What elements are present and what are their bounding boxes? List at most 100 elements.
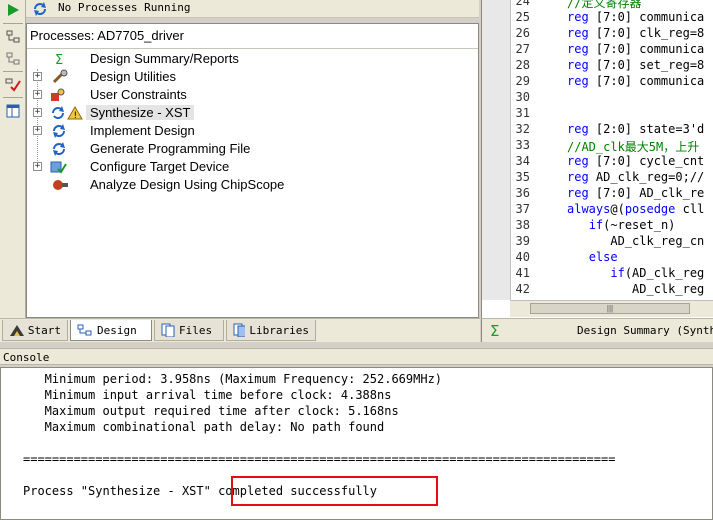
line-number: 27 bbox=[515, 42, 530, 56]
expand-toggle-icon[interactable]: + bbox=[33, 72, 42, 81]
code-line: reg [7:0] AD_clk_re bbox=[567, 186, 705, 200]
console-line: ========================================… bbox=[23, 452, 616, 466]
line-number: 26 bbox=[515, 26, 530, 40]
code-line: reg [7:0] communica bbox=[567, 10, 705, 24]
success-highlight-box bbox=[231, 476, 438, 506]
panel-tab-strip: Start Design Files Libraries bbox=[0, 318, 480, 342]
configure-device-icon bbox=[49, 158, 67, 176]
check-syntax-icon[interactable] bbox=[3, 75, 23, 95]
chipscope-icon bbox=[51, 176, 69, 194]
processes-title: Processes: AD7705_driver bbox=[30, 28, 184, 43]
refresh-icon bbox=[32, 1, 48, 20]
expand-toggle-icon[interactable]: + bbox=[33, 90, 42, 99]
svg-text:!: ! bbox=[74, 111, 78, 121]
code-line: always@(posedge cll bbox=[567, 202, 705, 216]
line-number: 37 bbox=[515, 202, 530, 216]
line-number: 29 bbox=[515, 74, 530, 88]
rerun-icon[interactable] bbox=[3, 49, 23, 69]
code-line: if(~reset_n) bbox=[588, 218, 676, 232]
toolbar-separator bbox=[3, 71, 23, 72]
hierarchy-icon[interactable] bbox=[3, 27, 23, 47]
left-toolbar bbox=[0, 0, 26, 318]
run-icon[interactable] bbox=[3, 0, 23, 20]
line-number: 28 bbox=[515, 58, 530, 72]
code-line: reg [7:0] communica bbox=[567, 42, 705, 56]
tab-label: Libraries bbox=[249, 323, 309, 337]
tab-files[interactable]: Files bbox=[154, 320, 224, 341]
code-line: //AD_clk最大5M，上升 bbox=[567, 140, 700, 154]
line-number: 41 bbox=[515, 266, 530, 280]
console-output[interactable]: Minimum period: 3.958ns (Maximum Frequen… bbox=[0, 367, 713, 520]
console-line: Minimum period: 3.958ns (Maximum Frequen… bbox=[23, 372, 443, 386]
implement-design-icon bbox=[51, 122, 67, 140]
process-item[interactable]: + Implement Design bbox=[27, 122, 467, 140]
process-label: Analyze Design Using ChipScope bbox=[90, 177, 285, 192]
console-line: Maximum output required time after clock… bbox=[23, 404, 399, 418]
generate-programming-icon bbox=[51, 140, 67, 158]
code-line: AD_clk_reg bbox=[567, 282, 705, 296]
console-header: Console bbox=[0, 348, 713, 365]
tab-label: Design bbox=[97, 323, 137, 337]
synthesize-warning-icon: ! bbox=[51, 104, 85, 122]
line-number: 33 bbox=[515, 138, 530, 152]
process-status-text: No Processes Running bbox=[58, 1, 191, 14]
tab-libraries[interactable]: Libraries bbox=[226, 320, 316, 341]
toolbar-separator bbox=[3, 97, 23, 98]
process-item[interactable]: + Design Utilities bbox=[27, 68, 467, 86]
code-line: reg AD_clk_reg=0;// bbox=[567, 170, 705, 184]
start-icon bbox=[10, 325, 24, 336]
tab-design-summary[interactable]: Σ Design Summary (Synthes bbox=[481, 318, 713, 342]
code-editor[interactable]: 24//定义寄存器 25 reg [7:0] communica 26 reg [7:0… bbox=[481, 0, 713, 318]
code-line: reg [2:0] state=3'd bbox=[567, 122, 705, 136]
svg-text:Σ: Σ bbox=[55, 53, 63, 66]
console-line: Minimum input arrival time before clock:… bbox=[23, 388, 392, 402]
line-number: 31 bbox=[515, 106, 530, 120]
expand-toggle-icon[interactable]: + bbox=[33, 108, 42, 117]
code-line: reg [7:0] cycle_cnt bbox=[567, 154, 705, 168]
process-item[interactable]: + User Constraints bbox=[27, 86, 467, 104]
files-icon bbox=[161, 323, 175, 337]
process-label: User Constraints bbox=[90, 87, 187, 102]
line-number: 36 bbox=[515, 186, 530, 200]
process-label: Synthesize - XST bbox=[86, 105, 195, 120]
expand-toggle-icon[interactable]: + bbox=[33, 162, 42, 171]
sigma-icon: Σ bbox=[490, 322, 500, 340]
line-number: 25 bbox=[515, 10, 530, 24]
line-number: 24 bbox=[515, 0, 530, 8]
process-item[interactable]: +! Synthesize - XST bbox=[27, 104, 467, 122]
toolbar-separator bbox=[3, 23, 23, 24]
tab-label: Start bbox=[27, 323, 61, 337]
expand-toggle-icon[interactable]: + bbox=[33, 126, 42, 135]
line-number: 39 bbox=[515, 234, 530, 248]
line-number: 40 bbox=[515, 250, 530, 264]
user-constraints-icon bbox=[49, 86, 67, 104]
code-line: if(AD_clk_reg bbox=[610, 266, 705, 280]
horizontal-scrollbar[interactable]: ||| bbox=[510, 300, 713, 317]
libraries-icon bbox=[233, 323, 246, 337]
tab-start[interactable]: Start bbox=[2, 320, 68, 341]
tab-design[interactable]: Design bbox=[70, 320, 152, 341]
process-item[interactable]: + Configure Target Device bbox=[27, 158, 467, 176]
code-line: reg [7:0] clk_reg=8 bbox=[567, 26, 705, 40]
line-number: 35 bbox=[515, 170, 530, 184]
line-number: 38 bbox=[515, 218, 530, 232]
code-line: reg [7:0] communica bbox=[567, 74, 705, 88]
scrollbar-thumb[interactable]: ||| bbox=[530, 303, 690, 314]
console-title: Console bbox=[3, 351, 50, 364]
console-line: Maximum combinational path delay: No pat… bbox=[23, 420, 385, 434]
process-item[interactable]: Σ Design Summary/Reports bbox=[27, 50, 467, 68]
process-label: Implement Design bbox=[90, 123, 195, 138]
processes-panel: Processes: AD7705_driver Σ Design Summary… bbox=[26, 23, 479, 318]
process-label: Generate Programming File bbox=[90, 141, 251, 156]
design-icon bbox=[77, 324, 92, 336]
code-line: AD_clk_reg_cn bbox=[567, 234, 705, 248]
process-item[interactable]: Generate Programming File bbox=[27, 140, 467, 158]
design-utilities-icon bbox=[51, 68, 69, 86]
code-line: else bbox=[588, 250, 618, 264]
design-summary-icon: Σ bbox=[53, 50, 67, 68]
line-number: 42 bbox=[515, 282, 530, 296]
view-panel-icon[interactable] bbox=[3, 101, 23, 121]
process-status-bar: No Processes Running bbox=[26, 0, 479, 18]
process-label: Design Summary/Reports bbox=[90, 51, 239, 66]
process-item[interactable]: Analyze Design Using ChipScope bbox=[27, 176, 467, 194]
